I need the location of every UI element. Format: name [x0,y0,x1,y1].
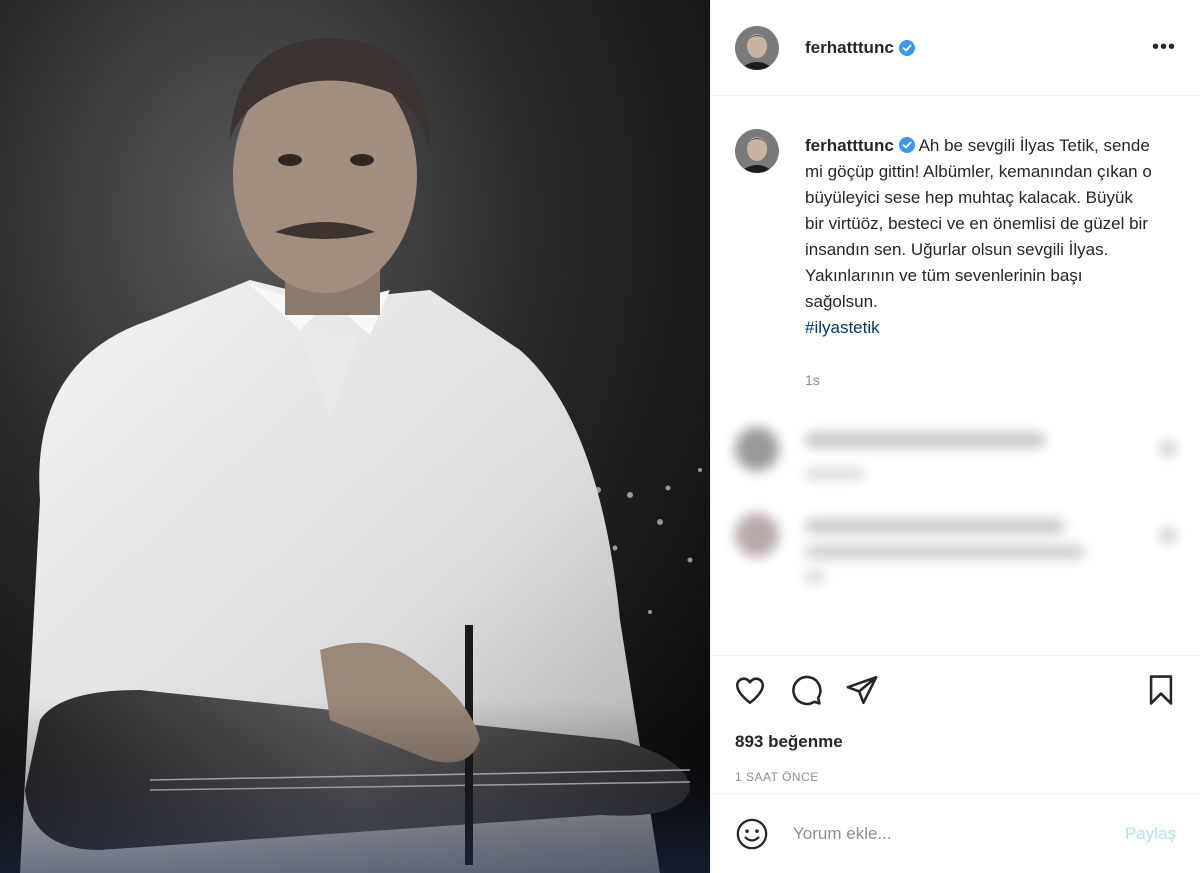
verified-badge-icon [898,39,915,56]
post-time-ago[interactable]: 1 SAAT ÖNCE [735,770,1178,784]
comment-icon[interactable] [789,673,823,707]
smiley-icon[interactable] [735,817,769,851]
send-icon[interactable] [845,673,879,707]
verified-badge-icon [898,137,915,153]
caption-username[interactable]: ferhatttunc [805,136,894,155]
comment-input[interactable] [791,822,1125,845]
post-sidebar: ferhatttunc ••• ferhatttunc Ah be sevgil… [710,0,1200,873]
blurred-comment [711,427,1200,479]
comments-area: ferhatttunc Ah be sevgili İlyas Tetik, s… [711,97,1200,653]
comment-like-icon [1160,441,1176,457]
bookmark-icon[interactable] [1144,673,1178,707]
author-username[interactable]: ferhatttunc [805,38,894,58]
post-comment-button[interactable]: Paylaş [1125,824,1176,844]
likes-count[interactable]: 893 beğenme [735,732,1178,752]
post-photo[interactable] [0,0,710,873]
commenter-avatar [735,427,779,471]
caption-text-block: ferhatttunc Ah be sevgili İlyas Tetik, s… [805,133,1155,393]
violinist-portrait-image [0,0,710,873]
caption-author-avatar[interactable] [735,129,779,173]
blurred-comment [711,513,1200,583]
heart-icon[interactable] [733,673,767,707]
action-icons-row [733,672,1178,708]
post-header: ferhatttunc ••• [711,0,1200,96]
caption-timestamp[interactable]: 1s [805,367,1155,393]
avatar-image [735,129,779,173]
caption-text: Ah be sevgili İlyas Tetik, sende mi göçü… [805,136,1152,311]
more-horizontal-icon[interactable]: ••• [1152,36,1176,59]
avatar-image [735,25,779,70]
instagram-post: ferhatttunc ••• ferhatttunc Ah be sevgil… [0,0,1200,873]
post-caption: ferhatttunc Ah be sevgili İlyas Tetik, s… [711,97,1200,393]
comment-like-icon [1160,527,1176,543]
hashtag-link[interactable]: #ilyastetik [805,315,1155,341]
commenter-avatar [735,513,779,557]
post-actions: 893 beğenme 1 SAAT ÖNCE [711,655,1200,793]
author-avatar[interactable] [735,25,779,70]
blurred-comment-text [805,513,1105,583]
add-comment-bar: Paylaş [711,793,1200,873]
blurred-comment-text [805,427,1105,479]
